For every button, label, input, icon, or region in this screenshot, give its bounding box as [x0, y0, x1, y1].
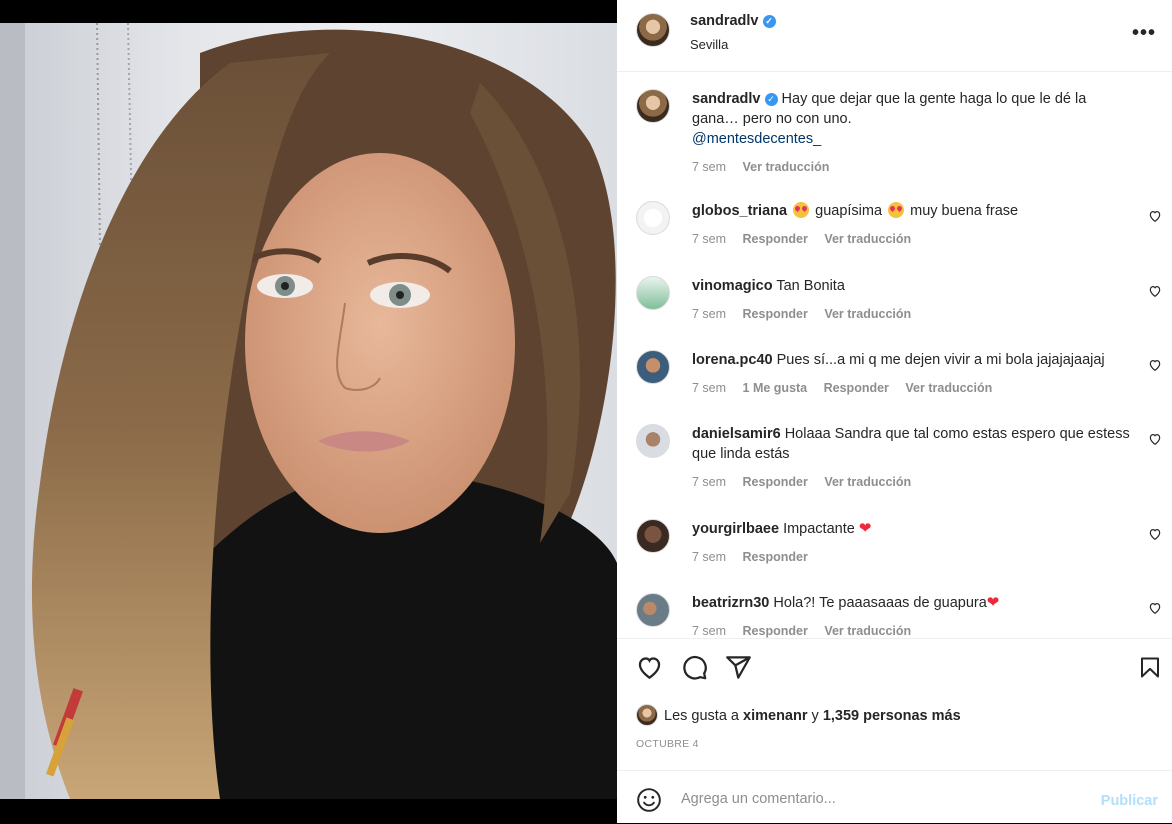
likes-count[interactable]: 1,359 personas más — [823, 708, 961, 724]
liker-username[interactable]: ximenanr — [743, 708, 807, 724]
verified-badge-icon: ✓ — [762, 15, 776, 28]
caption-username[interactable]: sandradlv — [692, 91, 761, 107]
post-header: sandradlv ✓ Sevilla ••• — [617, 0, 1172, 72]
post-location[interactable]: Sevilla — [690, 37, 728, 52]
commenter-avatar[interactable] — [636, 201, 670, 235]
add-comment-bar: Publicar — [617, 770, 1172, 824]
reply-button[interactable]: Responder — [743, 550, 808, 564]
comments-list[interactable]: sandradlv ✓ Hay que dejar que la gente ha… — [617, 72, 1172, 638]
comment-text: Tan Bonita — [776, 278, 845, 294]
comment-time: 7 sem — [692, 307, 727, 321]
more-options-icon[interactable]: ••• — [1132, 22, 1156, 45]
see-translation-button[interactable]: Ver traducción — [824, 307, 911, 321]
comment-time: 7 sem — [692, 232, 727, 246]
commenter-avatar[interactable] — [636, 350, 670, 384]
like-comment-heart-icon[interactable] — [1148, 284, 1162, 298]
see-translation-button[interactable]: Ver traducción — [905, 381, 992, 395]
comment-username[interactable]: beatrizrn30 — [692, 595, 769, 611]
post-photo[interactable] — [0, 23, 617, 799]
comment-text-continued: muy buena frase — [910, 203, 1019, 219]
comment-bubble-icon[interactable] — [681, 654, 708, 681]
action-bar-divider — [617, 638, 1172, 640]
comment-meta: 7 sem Responder Ver traducción — [692, 304, 1132, 324]
comment-meta: 7 sem Responder Ver traducción — [692, 472, 1132, 492]
selfie-image — [0, 23, 617, 799]
caption-meta: 7 sem Ver traducción — [692, 157, 1132, 177]
commenter-avatar[interactable] — [636, 276, 670, 310]
comment-time: 7 sem — [692, 475, 727, 489]
comment-username[interactable]: globos_triana — [692, 203, 787, 219]
comment-text: Impactante — [783, 521, 855, 537]
comment-username[interactable]: vinomagico — [692, 278, 773, 294]
like-comment-heart-icon[interactable] — [1148, 209, 1162, 223]
see-translation-button[interactable]: Ver traducción — [743, 160, 830, 174]
caption-mention-link[interactable]: @mentesdecentes_ — [692, 131, 821, 147]
comment-username[interactable]: danielsamir6 — [692, 426, 781, 442]
author-username[interactable]: sandradlv ✓ — [690, 13, 776, 29]
comment-text: Pues sí...a mi q me dejen vivir a mi bol… — [776, 352, 1105, 368]
comment-meta: 7 sem Responder — [692, 547, 1132, 567]
reply-button[interactable]: Responder — [743, 232, 808, 246]
like-comment-heart-icon[interactable] — [1148, 601, 1162, 615]
comment-meta: 7 sem Responder Ver traducción — [692, 621, 1132, 638]
red-heart-emoji-icon: ❤ — [986, 594, 1000, 611]
like-heart-icon[interactable] — [636, 654, 663, 681]
comment-likes-count[interactable]: 1 Me gusta — [743, 381, 808, 395]
comment-text: guapísima — [815, 203, 883, 219]
comment-time: 7 sem — [692, 550, 727, 564]
author-avatar[interactable] — [636, 13, 670, 47]
publish-button[interactable]: Publicar — [1101, 793, 1158, 809]
like-comment-heart-icon[interactable] — [1148, 358, 1162, 372]
likes-prefix: Les gusta a — [664, 708, 739, 724]
likes-summary[interactable]: Les gusta a ximenanr y 1,359 personas má… — [636, 704, 961, 726]
comment-username[interactable]: yourgirlbaee — [692, 521, 779, 537]
comment-meta: 7 sem Responder Ver traducción — [692, 229, 1132, 249]
verified-badge-icon: ✓ — [764, 93, 778, 106]
reply-button[interactable]: Responder — [743, 624, 808, 638]
reply-button[interactable]: Responder — [824, 381, 889, 395]
caption-avatar[interactable] — [636, 89, 670, 123]
see-translation-button[interactable]: Ver traducción — [824, 232, 911, 246]
comment-time: 7 sem — [692, 624, 727, 638]
post-date[interactable]: OCTUBRE 4 — [636, 738, 699, 750]
like-comment-heart-icon[interactable] — [1148, 432, 1162, 446]
see-translation-button[interactable]: Ver traducción — [824, 624, 911, 638]
comment-username[interactable]: lorena.pc40 — [692, 352, 773, 368]
comment-time: 7 sem — [692, 381, 727, 395]
like-comment-heart-icon[interactable] — [1148, 527, 1162, 541]
share-paper-plane-icon[interactable] — [725, 654, 752, 681]
author-username-text[interactable]: sandradlv — [690, 13, 759, 29]
save-bookmark-icon[interactable] — [1138, 654, 1162, 681]
caption-time: 7 sem — [692, 160, 727, 174]
red-heart-emoji-icon: ❤ — [858, 520, 872, 537]
commenter-avatar[interactable] — [636, 519, 670, 553]
comment-meta: 7 sem 1 Me gusta Responder Ver traducció… — [692, 378, 1137, 398]
heart-eyes-emoji-icon — [793, 202, 810, 218]
comment-input[interactable] — [679, 786, 1083, 812]
see-translation-button[interactable]: Ver traducción — [824, 475, 911, 489]
likes-conjunction: y — [811, 708, 819, 724]
commenter-avatar[interactable] — [636, 424, 670, 458]
heart-eyes-emoji-icon — [888, 202, 905, 218]
reply-button[interactable]: Responder — [743, 307, 808, 321]
emoji-smiley-icon[interactable] — [636, 787, 662, 813]
post-details-panel: sandradlv ✓ Sevilla ••• sandradlv ✓ Hay qu… — [617, 0, 1172, 823]
commenter-avatar[interactable] — [636, 593, 670, 627]
liker-avatar[interactable] — [636, 704, 658, 726]
reply-button[interactable]: Responder — [743, 475, 808, 489]
comment-text: Hola?! Te paaasaaas de guapura — [773, 595, 987, 611]
